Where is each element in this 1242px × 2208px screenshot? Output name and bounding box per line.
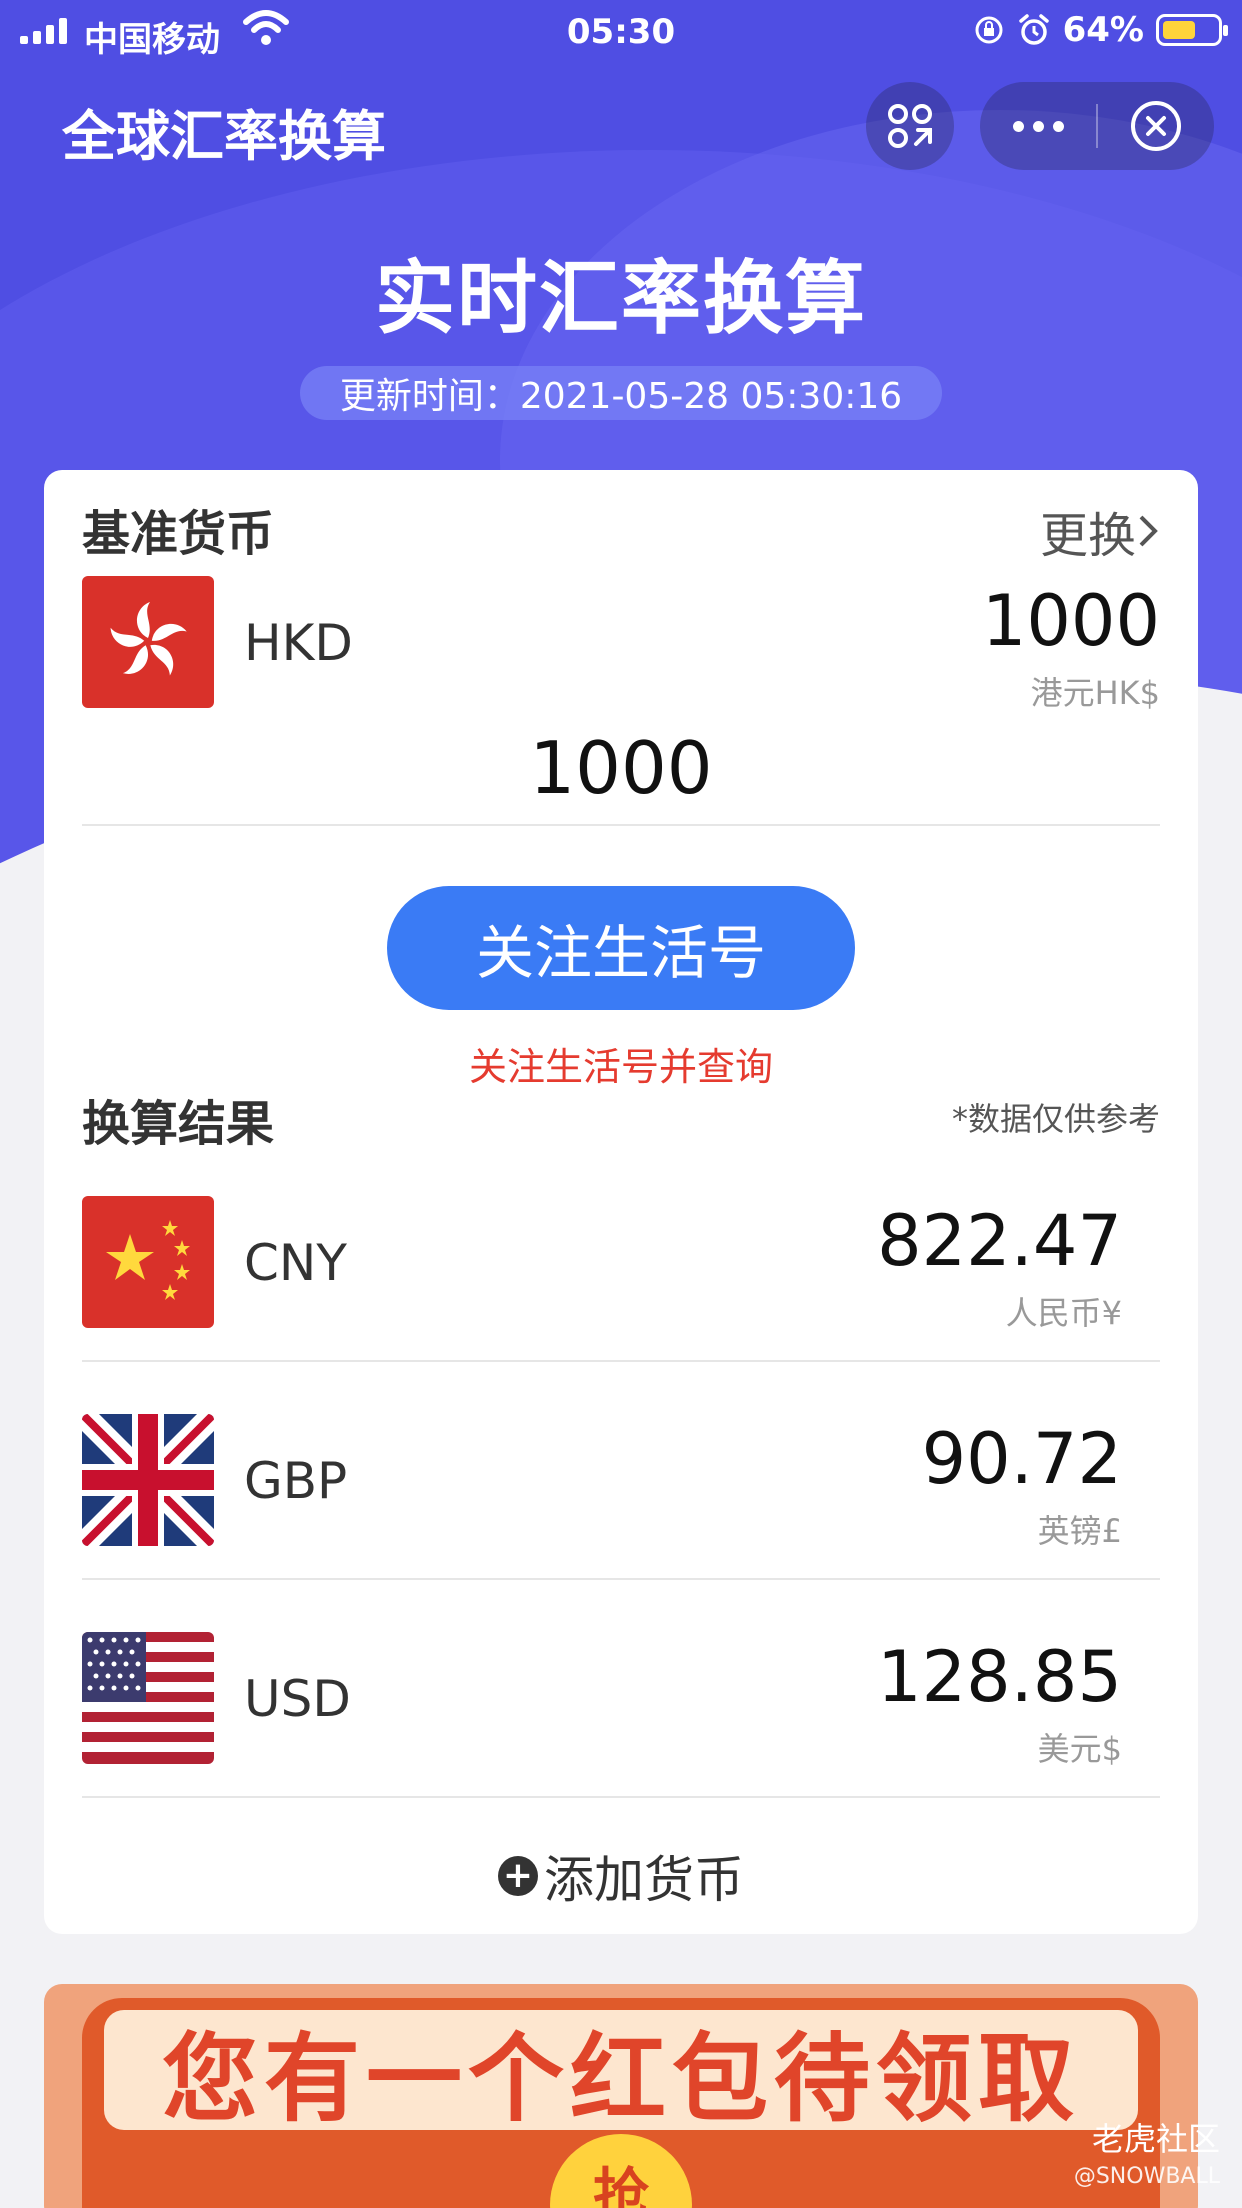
chevron-right-icon xyxy=(1139,515,1158,547)
amount-input[interactable]: 1000 xyxy=(44,726,1198,810)
battery-percentage: 64% xyxy=(1062,10,1144,50)
scan-icon xyxy=(888,104,932,148)
watermark: 老虎社区 @SNOWBALL xyxy=(1074,2114,1220,2189)
gbp-flag-icon xyxy=(82,1414,214,1546)
watermark-main: 老虎社区 xyxy=(1091,2120,1220,2158)
divider xyxy=(82,824,1160,826)
red-packet-banner[interactable]: 您有一个红包待领取 抢 xyxy=(44,1984,1198,2208)
results-title: 换算结果 xyxy=(82,1096,275,1152)
result-amount: 90.72 xyxy=(921,1418,1122,1500)
update-time: 更新时间：2021-05-28 05:30:16 xyxy=(300,366,942,420)
cny-flag-icon xyxy=(82,1196,214,1328)
change-currency-link[interactable]: 更换 xyxy=(1040,496,1160,566)
banner-text: 您有一个红包待领取 xyxy=(104,2010,1138,2135)
add-currency-label: 添加货币 xyxy=(544,1851,744,1909)
plus-circle-icon: + xyxy=(498,1856,538,1896)
scan-button[interactable] xyxy=(866,82,954,170)
base-currency-code: HKD xyxy=(244,614,353,672)
result-unit: 英镑£ xyxy=(1037,1512,1122,1550)
add-currency-button[interactable]: + 添加货币 xyxy=(44,1840,1198,1912)
result-code: GBP xyxy=(244,1452,348,1510)
base-unit: 港元HK$ xyxy=(1030,674,1160,712)
usd-flag-icon xyxy=(82,1632,214,1764)
result-unit: 人民币¥ xyxy=(1005,1294,1122,1332)
app-title: 全球汇率换算 xyxy=(62,105,386,168)
result-amount: 822.47 xyxy=(877,1200,1122,1282)
follow-button[interactable]: 关注生活号 xyxy=(387,886,855,1010)
status-bar: 中国移动 05:30 64% xyxy=(0,0,1242,62)
follow-hint: 关注生活号并查询 xyxy=(468,1045,773,1089)
result-unit: 美元$ xyxy=(1037,1730,1122,1768)
base-currency-title: 基准货币 xyxy=(82,506,275,562)
divider xyxy=(82,1360,1160,1362)
close-button[interactable] xyxy=(1098,82,1214,170)
battery-icon xyxy=(1156,14,1228,46)
divider xyxy=(82,1796,1160,1798)
more-button[interactable] xyxy=(980,82,1096,170)
change-currency-label: 更换 xyxy=(1039,508,1136,564)
hero-title: 实时汇率换算 xyxy=(375,252,867,345)
base-amount: 1000 xyxy=(981,580,1160,662)
alarm-icon xyxy=(1018,14,1049,45)
disclaimer: *数据仅供参考 xyxy=(951,1100,1160,1138)
watermark-sub: @SNOWBALL xyxy=(1073,2164,1220,2189)
hkd-flag-icon xyxy=(82,576,214,708)
divider xyxy=(82,1578,1160,1580)
rotation-lock-icon xyxy=(975,16,1003,44)
miniapp-capsule xyxy=(980,82,1214,170)
close-icon xyxy=(1131,101,1181,151)
result-code: CNY xyxy=(244,1234,347,1292)
result-amount: 128.85 xyxy=(877,1636,1122,1718)
result-code: USD xyxy=(244,1670,351,1728)
converter-card: 基准货币 更换 HKD 1000 港元HK$ 1000 关注生活号 关注生活号并… xyxy=(44,470,1198,1934)
